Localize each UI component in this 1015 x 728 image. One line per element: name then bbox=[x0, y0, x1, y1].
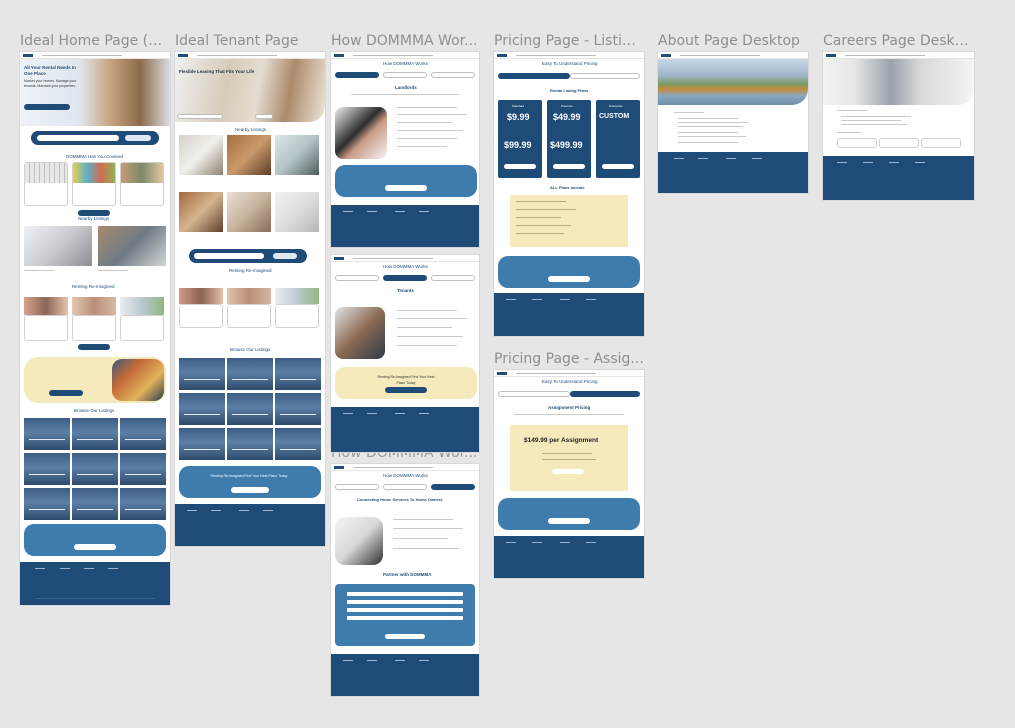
assignment-price-card: $149.99 per Assignment bbox=[510, 425, 628, 491]
frame-title-pricing-assignment[interactable]: Pricing Page - Assig... bbox=[494, 351, 644, 367]
assignment-price: $149.99 per Assignment bbox=[524, 437, 599, 444]
city-tile[interactable] bbox=[72, 488, 118, 520]
plan-card-enterprise[interactable]: Enterprise CUSTOM bbox=[596, 100, 640, 178]
feature-card[interactable] bbox=[120, 162, 164, 206]
section-renting: Renting Re-Imagined bbox=[229, 268, 272, 273]
renting-button[interactable] bbox=[78, 344, 110, 350]
partner-form bbox=[335, 584, 475, 646]
frame-title-tenant[interactable]: Ideal Tenant Page bbox=[175, 33, 325, 49]
frame-tenant[interactable]: Flexible Leasing That Fits Your Life Nea… bbox=[175, 52, 325, 546]
frame-how-tenants[interactable]: How DOMMMA Works Tenants Renting Re-Imag… bbox=[331, 255, 479, 452]
city-tile[interactable] bbox=[24, 488, 70, 520]
search-button[interactable] bbox=[125, 135, 151, 141]
frame-about[interactable] bbox=[658, 52, 808, 193]
hero-sub: Market your homes. Manage your tenants. … bbox=[24, 79, 77, 88]
frame-careers[interactable] bbox=[823, 52, 974, 200]
form-field[interactable] bbox=[347, 608, 463, 612]
section-covered: DOMMMA Has You Covered bbox=[66, 154, 124, 159]
section-renting: Renting Re-Imagined bbox=[72, 284, 115, 289]
search-input[interactable] bbox=[177, 114, 223, 119]
hero-heading: All Your Rental Needs In One Place bbox=[24, 65, 76, 76]
feature-card[interactable] bbox=[72, 162, 116, 206]
footer bbox=[494, 536, 644, 578]
included-list bbox=[510, 195, 628, 247]
city-tile[interactable] bbox=[72, 418, 118, 450]
form-field[interactable] bbox=[347, 616, 463, 620]
hero-heading: Flexible Leasing That Fits Your Life bbox=[179, 69, 255, 74]
city-tile[interactable] bbox=[24, 418, 70, 450]
city-tile[interactable] bbox=[24, 453, 70, 485]
frame-how-landlords[interactable]: How DOMMMA Works Landlords bbox=[331, 52, 479, 247]
section-browse: Browse Our Listings bbox=[230, 347, 271, 352]
feature-card[interactable] bbox=[24, 162, 68, 206]
hero-image: Flexible Leasing That Fits Your Life bbox=[175, 59, 325, 122]
frame-title-how-1[interactable]: How DOMMMA Wor... bbox=[331, 33, 479, 49]
footer bbox=[331, 407, 479, 452]
search-bar[interactable] bbox=[189, 249, 307, 263]
footer bbox=[331, 205, 479, 247]
get-started-button[interactable] bbox=[385, 185, 427, 191]
frame-how-services[interactable]: How DOMMMA Works Connecting Home Service… bbox=[331, 464, 479, 696]
hero-image: All Your Rental Needs In One Place Marke… bbox=[20, 59, 170, 126]
submit-button[interactable] bbox=[385, 634, 425, 639]
careers-hero-image bbox=[823, 59, 974, 105]
listing-photo[interactable] bbox=[98, 226, 166, 266]
form-field[interactable] bbox=[347, 600, 463, 604]
navbar bbox=[20, 52, 170, 59]
footer bbox=[331, 654, 479, 696]
section-browse: Browse Our Listings bbox=[74, 408, 115, 413]
frame-home[interactable]: All Your Rental Needs In One Place Marke… bbox=[20, 52, 170, 605]
tab-landlords[interactable] bbox=[335, 72, 379, 78]
footer bbox=[494, 293, 644, 336]
footer bbox=[20, 562, 170, 605]
footer bbox=[175, 504, 325, 546]
search-bar[interactable] bbox=[31, 131, 159, 145]
landlord-banner bbox=[24, 357, 166, 403]
plan-card-premium[interactable]: Premium $49.99 $499.99 bbox=[547, 100, 591, 178]
frame-pricing-listing[interactable]: Easy To Understand Pricing Rental Listin… bbox=[494, 52, 644, 336]
search-input[interactable] bbox=[37, 135, 119, 141]
section-nearby: Nearby Listings bbox=[78, 216, 110, 221]
footer bbox=[823, 156, 974, 200]
listing-photo[interactable] bbox=[24, 226, 92, 266]
city-tile[interactable] bbox=[72, 453, 118, 485]
tab-services[interactable] bbox=[431, 72, 475, 78]
cta-banner: Renting Re-Imagined Find Your Next Place… bbox=[179, 466, 321, 498]
cta-banner bbox=[24, 524, 166, 556]
get-started-button[interactable] bbox=[74, 544, 116, 550]
frame-title-careers[interactable]: Careers Page Deskt... bbox=[823, 33, 973, 49]
section-nearby: Nearby Listings bbox=[235, 127, 267, 132]
hero-cta-button[interactable] bbox=[24, 104, 70, 110]
footer bbox=[658, 152, 808, 193]
frame-title-about[interactable]: About Page Desktop bbox=[658, 33, 808, 49]
frame-title-pricing-listing[interactable]: Pricing Page - Listin... bbox=[494, 33, 644, 49]
city-tile[interactable] bbox=[120, 453, 166, 485]
tab-tenants[interactable] bbox=[383, 72, 427, 78]
plan-card-standard[interactable]: Standard $9.99 $99.99 bbox=[498, 100, 542, 178]
city-tile[interactable] bbox=[120, 488, 166, 520]
frame-title-home[interactable]: Ideal Home Page (in... bbox=[20, 33, 165, 49]
city-tile[interactable] bbox=[120, 418, 166, 450]
about-hero-image bbox=[658, 59, 808, 105]
form-field[interactable] bbox=[347, 592, 463, 596]
frame-pricing-assignment[interactable]: Easy To Understand Pricing Assignment Pr… bbox=[494, 370, 644, 578]
